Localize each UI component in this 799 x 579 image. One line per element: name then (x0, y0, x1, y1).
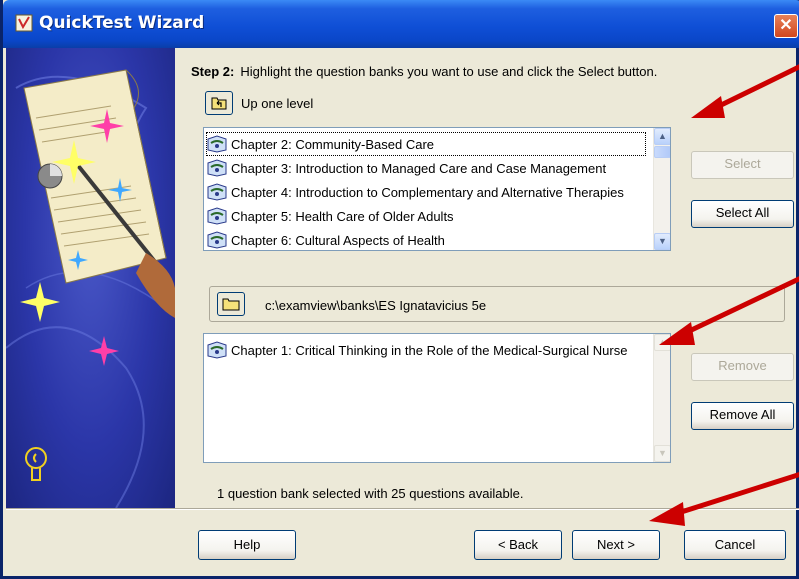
remove-button[interactable]: Remove (691, 353, 794, 381)
list-item-label: Chapter 1: Critical Thinking in the Role… (231, 342, 628, 358)
list-item[interactable]: Chapter 3: Introduction to Managed Care … (206, 156, 646, 180)
selected-list-scrollbar[interactable]: ▲ ▼ (653, 334, 670, 462)
help-button[interactable]: Help (198, 530, 296, 560)
folder-browse-button[interactable] (217, 292, 245, 316)
scroll-up-button[interactable]: ▲ (654, 334, 670, 351)
question-bank-icon (207, 135, 227, 153)
question-bank-icon (207, 159, 227, 177)
scroll-down-button[interactable]: ▼ (654, 445, 670, 462)
scroll-up-button[interactable]: ▲ (654, 128, 670, 145)
chevron-up-icon: ▲ (658, 131, 667, 141)
question-bank-icon (207, 183, 227, 201)
question-bank-icon (207, 207, 227, 225)
wizard-window: QuickTest Wizard ✕ Step 2: Highlight the… (0, 0, 799, 579)
up-one-level-button[interactable] (205, 91, 233, 115)
available-list-scrollbar[interactable]: ▲ ▼ (653, 128, 670, 250)
list-item-label: Chapter 4: Introduction to Complementary… (231, 184, 624, 200)
wizard-illustration (6, 48, 175, 508)
chevron-down-icon: ▼ (658, 448, 667, 458)
folder-icon (222, 298, 240, 311)
footer-divider (6, 508, 799, 510)
chevron-up-icon: ▲ (658, 337, 667, 347)
folder-up-icon (211, 97, 227, 110)
chevron-down-icon: ▼ (658, 236, 667, 246)
remove-all-button[interactable]: Remove All (691, 402, 794, 430)
cancel-button[interactable]: Cancel (684, 530, 786, 560)
list-item[interactable]: Chapter 5: Health Care of Older Adults (206, 204, 646, 228)
list-item-label: Chapter 6: Cultural Aspects of Health (231, 232, 445, 248)
select-button[interactable]: Select (691, 151, 794, 179)
step-instruction: Step 2: Highlight the question banks you … (191, 64, 657, 79)
arrow-to-available-list (713, 64, 799, 111)
selected-banks-list[interactable]: Chapter 1: Critical Thinking in the Role… (203, 333, 671, 463)
list-item-label: Chapter 3: Introduction to Managed Care … (231, 160, 607, 176)
list-item[interactable]: Chapter 2: Community-Based Care (206, 132, 646, 156)
back-button[interactable]: < Back (474, 530, 562, 560)
list-item-label: Chapter 2: Community-Based Care (231, 136, 435, 152)
scroll-thumb[interactable] (654, 146, 670, 158)
question-bank-icon (207, 231, 227, 249)
available-banks-list[interactable]: Chapter 2: Community-Based Care Chapter … (203, 127, 671, 251)
question-bank-icon (207, 341, 227, 359)
title-bar[interactable]: QuickTest Wizard ✕ (3, 0, 799, 48)
select-all-button[interactable]: Select All (691, 200, 794, 228)
list-item[interactable]: Chapter 6: Cultural Aspects of Health (206, 228, 646, 250)
list-item[interactable]: Chapter 1: Critical Thinking in the Role… (206, 338, 646, 362)
close-icon: ✕ (779, 17, 793, 34)
status-message: 1 question bank selected with 25 questio… (217, 486, 524, 501)
window-title: QuickTest Wizard (39, 13, 205, 33)
next-button[interactable]: Next > (572, 530, 660, 560)
step-label: Step 2: (191, 64, 235, 79)
scroll-down-button[interactable]: ▼ (654, 233, 670, 250)
list-item-label: Chapter 5: Health Care of Older Adults (231, 208, 454, 224)
list-item[interactable]: Chapter 4: Introduction to Complementary… (206, 180, 646, 204)
arrowhead-next-button (649, 502, 685, 526)
folder-path-label: c:\examview\banks\ES Ignatavicius 5e (265, 298, 487, 313)
app-icon (15, 14, 33, 32)
step-description: Highlight the question banks you want to… (240, 64, 658, 79)
up-one-level-label: Up one level (241, 96, 314, 111)
arrowhead-available-list (691, 96, 725, 118)
close-button[interactable]: ✕ (774, 14, 798, 38)
